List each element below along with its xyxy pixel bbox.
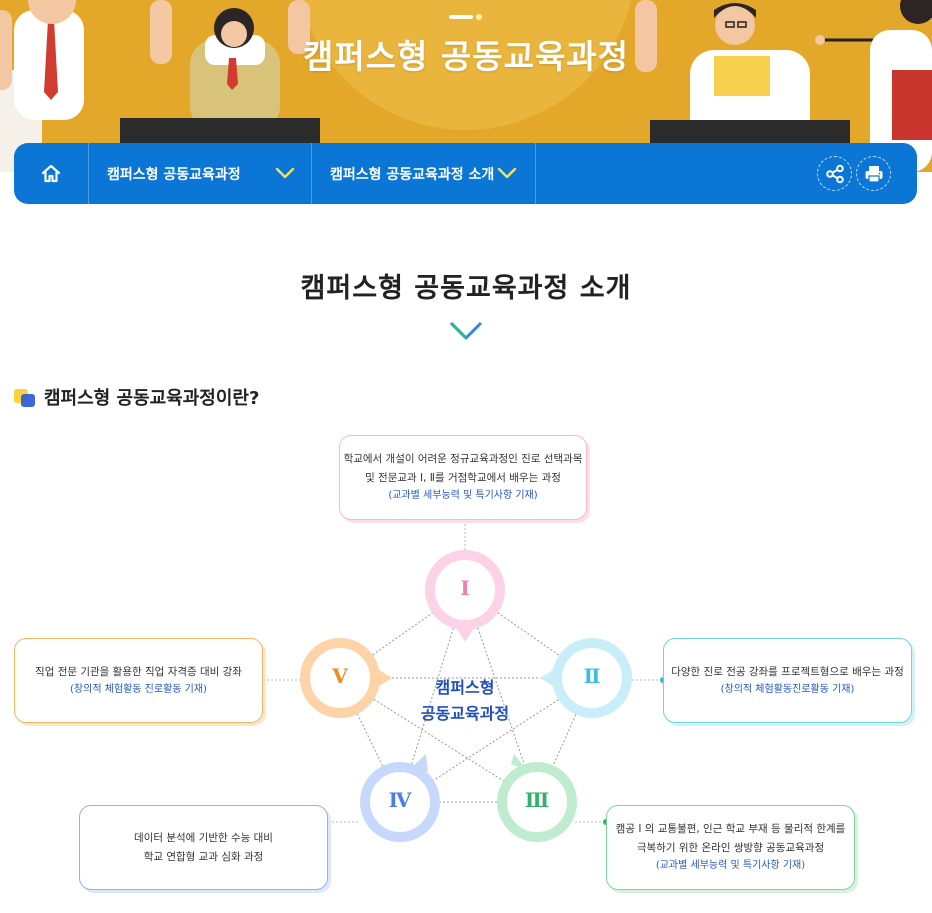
node-numeral-1: Ⅰ bbox=[460, 576, 470, 600]
course-box-note: (교과별 세부능력 및 특기사항 기재) bbox=[655, 860, 806, 872]
home-button[interactable] bbox=[14, 143, 88, 204]
print-button[interactable] bbox=[856, 156, 891, 191]
course-box-text: 학교에서 개설이 어려운 정규교육과정인 진로 선택과목 bbox=[343, 453, 583, 466]
location-navbar: 캠퍼스형 공동교육과정 캠퍼스형 공동교육과정 소개 bbox=[14, 143, 917, 204]
nav-dropdown-page-label: 캠퍼스형 공동교육과정 소개 bbox=[330, 166, 495, 183]
page-title: 캠퍼스형 공동교육과정 소개 bbox=[300, 273, 632, 304]
course-box-text: 다양한 진로 전공 강좌를 프로젝트형으로 배우는 과정 bbox=[671, 665, 904, 678]
center-label-line: 캠퍼스형 bbox=[435, 678, 495, 697]
course-box-text: 극복하기 위한 온라인 쌍방향 공동교육과정 bbox=[636, 841, 825, 854]
section-subheading: 캠퍼스형 공동교육과정이란? bbox=[14, 384, 259, 410]
course-box-note: (교과별 세부능력 및 특기사항 기재) bbox=[388, 490, 538, 502]
course-box-1: 학교에서 개설이 어려운 정규교육과정인 진로 선택과목 및 전문교과 Ⅰ, Ⅱ… bbox=[339, 435, 587, 520]
course-box-text: 데이터 분석에 기반한 수능 대비 bbox=[134, 832, 273, 845]
course-box-2: 다양한 진로 전공 강좌를 프로젝트형으로 배우는 과정 (창의적 체험활동진로… bbox=[663, 638, 912, 723]
chevron-down-icon bbox=[275, 167, 295, 179]
home-icon bbox=[41, 164, 61, 182]
chevron-down-icon bbox=[449, 321, 483, 340]
course-box-4: 데이터 분석에 기반한 수능 대비 학교 연합형 교과 심화 과정 bbox=[79, 805, 328, 890]
course-box-5: 직업 전문 기관을 활용한 직업 자격증 대비 강좌 (창의적 체험활동 진로활… bbox=[14, 638, 263, 723]
course-box-note: (창의적 체험활동 진로활동 기재) bbox=[70, 683, 207, 695]
course-box-text: 및 전문교과 Ⅰ, Ⅱ를 거점학교에서 배우는 과정 bbox=[365, 471, 561, 484]
chevron-down-icon bbox=[497, 167, 517, 179]
nav-divider bbox=[535, 143, 536, 204]
print-icon bbox=[865, 165, 882, 183]
course-box-3: 캠공 Ⅰ 의 교통불편, 인근 학교 부재 등 물리적 한계를 극복하기 위한 … bbox=[606, 805, 855, 890]
course-box-text: 학교 연합형 교과 심화 과정 bbox=[143, 850, 264, 863]
nav-dropdown-category-label: 캠퍼스형 공동교육과정 bbox=[107, 166, 241, 183]
node-numeral-3: Ⅲ bbox=[524, 788, 550, 812]
share-icon bbox=[825, 164, 844, 183]
slide-indicator[interactable] bbox=[449, 14, 489, 20]
node-numeral-4: Ⅳ bbox=[388, 788, 412, 812]
slide-indicator-dot bbox=[476, 14, 482, 20]
bullet-icon bbox=[14, 387, 36, 407]
diagram-center-label: 캠퍼스형 공동교육과정 bbox=[390, 675, 540, 726]
course-box-note: (창의적 체험활동진로활동 기재) bbox=[720, 683, 855, 695]
section-subheading-text: 캠퍼스형 공동교육과정이란? bbox=[44, 388, 260, 409]
nav-dropdown-page[interactable]: 캠퍼스형 공동교육과정 소개 bbox=[311, 143, 535, 204]
center-label-line: 공동교육과정 bbox=[420, 703, 510, 723]
course-diagram: Ⅰ Ⅱ Ⅲ Ⅳ Ⅴ 캠퍼스형 공동교육과정 학교에서 개설이 어려운 정규교육과… bbox=[0, 420, 932, 913]
nav-dropdown-category[interactable]: 캠퍼스형 공동교육과정 bbox=[88, 143, 311, 204]
course-box-text: 캠공 Ⅰ 의 교통불편, 인근 학교 부재 등 물리적 한계를 bbox=[615, 823, 846, 836]
node-numeral-5: Ⅴ bbox=[332, 664, 348, 688]
node-numeral-2: Ⅱ bbox=[583, 664, 601, 688]
hero-title: 캠퍼스형 공동교육과정 bbox=[302, 37, 630, 76]
course-box-text: 직업 전문 기관을 활용한 직업 자격증 대비 강좌 bbox=[35, 665, 242, 678]
slide-indicator-active bbox=[449, 15, 473, 19]
share-button[interactable] bbox=[817, 156, 852, 191]
